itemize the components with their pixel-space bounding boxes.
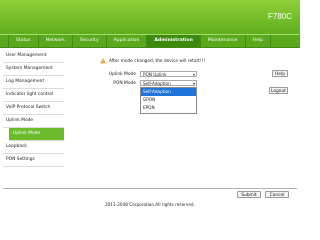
cancel-button[interactable]: Cancel (265, 191, 289, 198)
sidebar-item-indicator-light-control[interactable]: Indicator light control (3, 89, 64, 102)
header-banner: F780C (0, 0, 300, 34)
chevron-down-icon: ▾ (192, 72, 195, 77)
top-navigation: Status Network Security Application Admi… (0, 34, 300, 48)
action-bar: Submit Cancel (3, 188, 297, 200)
uplink-mode-value: PON Uplink (143, 72, 167, 77)
pon-mode-dropdown: Self-Adaption GPON EPON (140, 87, 197, 114)
pon-mode-option-epon[interactable]: EPON (141, 104, 196, 112)
sidebar-item-log-management[interactable]: Log Management (3, 76, 64, 89)
warning-icon (100, 58, 106, 64)
sidebar-subitem-uplink-mode[interactable]: Uplink Mode (9, 128, 64, 141)
tab-network[interactable]: Network (39, 35, 73, 47)
tab-help[interactable]: Help (246, 35, 271, 47)
uplink-mode-select[interactable]: PON Uplink ▾ (140, 71, 197, 77)
tab-application[interactable]: Application (107, 35, 148, 47)
tab-security[interactable]: Security (73, 35, 107, 47)
sidebar: User Management System Management Log Ma… (3, 50, 64, 188)
sidebar-item-pon-settings[interactable]: PON Settings (3, 154, 64, 167)
uplink-mode-label: Uplink Mode (108, 72, 136, 77)
submit-button[interactable]: Submit (237, 191, 261, 198)
pon-mode-select[interactable]: Self-Adaption ▾ (140, 80, 197, 86)
tab-status[interactable]: Status (8, 35, 39, 47)
pon-mode-option-self-adaption[interactable]: Self-Adaption (141, 88, 196, 96)
sidebar-item-voip-protocol-switch[interactable]: VoIP Protocol Switch (3, 102, 64, 115)
main-content: After mode changed, the device will reta… (68, 48, 300, 188)
pon-mode-label: PON Mode (113, 81, 136, 86)
help-button[interactable]: Help (272, 70, 288, 77)
copyright-text: 2011-2048 Corporation.All rights reserve… (105, 202, 195, 207)
tab-administration[interactable]: Administration (147, 35, 201, 47)
sidebar-item-uplink-mode[interactable]: Uplink Mode (3, 115, 64, 128)
sidebar-item-system-management[interactable]: System Management (3, 63, 64, 76)
logout-button[interactable]: Logout (269, 87, 288, 94)
restart-notice: After mode changed, the device will reta… (109, 59, 206, 64)
sidebar-item-user-management[interactable]: User Management (3, 50, 64, 63)
model-name: F780C (267, 12, 292, 21)
tab-maintenance[interactable]: Maintenance (201, 35, 246, 47)
sidebar-item-loopback[interactable]: Loopback (3, 141, 64, 154)
pon-mode-option-gpon[interactable]: GPON (141, 96, 196, 104)
pon-mode-value: Self-Adaption (143, 81, 171, 86)
